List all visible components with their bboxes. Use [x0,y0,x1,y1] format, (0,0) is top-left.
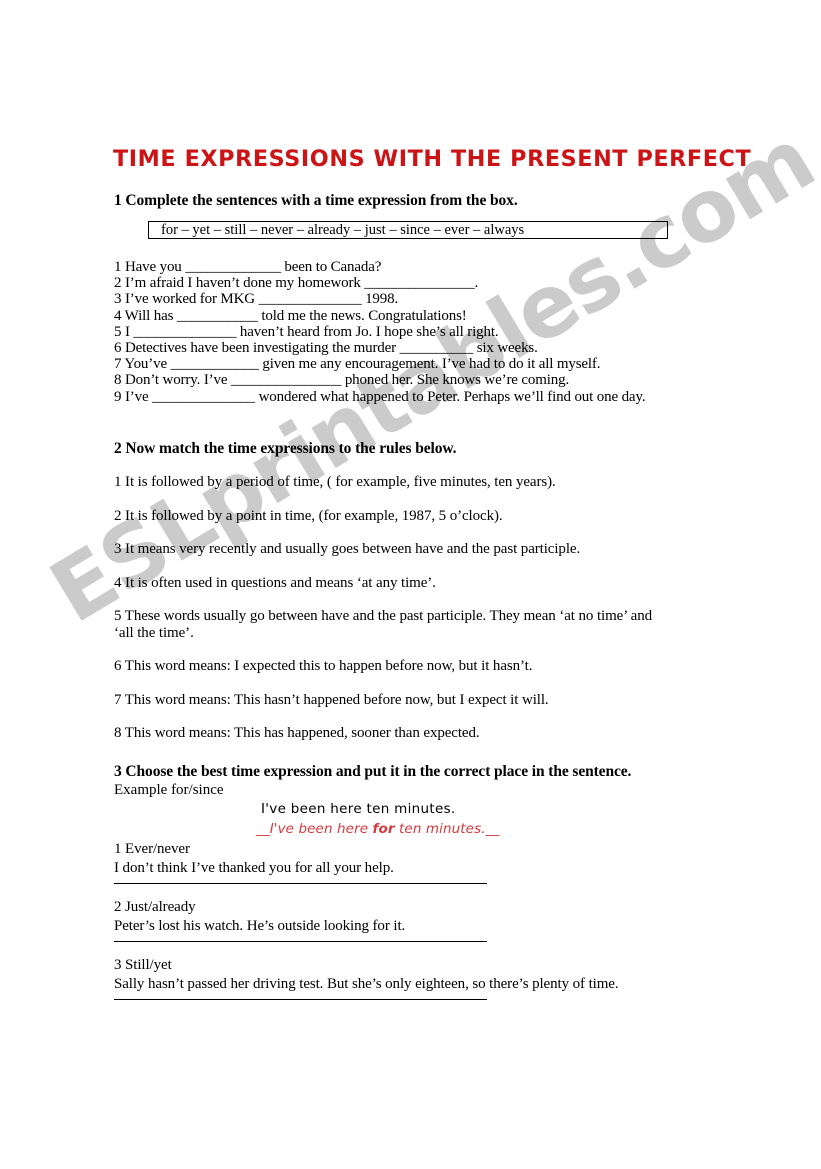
task2-rule: 4 It is often used in questions and mean… [114,574,436,591]
task3-example-prompt: I've been here ten minutes. [261,801,456,817]
task3-example-answer: __I've been here for ten minutes.__ [256,821,499,837]
task3-example-label: Example for/since [114,782,224,798]
task1-sentence: 2 I’m afraid I haven’t done my homework … [114,275,479,292]
task1-sentence: 9 I’ve ______________ wondered what happ… [114,388,646,405]
task1-sentence: 8 Don’t worry. I’ve _______________ phon… [114,372,570,389]
task1-sentence: 4 Will has ___________ told me the news.… [114,307,467,324]
task2-rules-list: 1 It is followed by a period of time, ( … [114,474,694,759]
worksheet-content: TIME EXPRESSIONS WITH THE PRESENT PERFEC… [0,0,821,1169]
task3-answer-line[interactable] [114,883,487,884]
task3-item-options: 1 Ever/never [114,841,190,857]
task2-rule: 8 This word means: This has happened, so… [114,725,480,741]
task1-sentence: 3 I’ve worked for MKG ______________ 199… [114,291,399,308]
task1-sentence-list: 1 Have you _____________ been to Canada?… [114,259,714,405]
example-answer-prefix: __I've been here [256,821,373,837]
task2-rule: 3 It means very recently and usually goe… [114,541,581,557]
task2-rule: 7 This word means: This hasn’t happened … [114,691,549,708]
word-bank-text: for – yet – still – never – already – ju… [161,222,525,238]
task3-heading: 3 Choose the best time expression and pu… [114,763,632,780]
task1-heading: 1 Complete the sentences with a time exp… [114,192,518,209]
example-answer-suffix: ten minutes.__ [394,821,500,837]
task3-item: 2 Just/already Peter’s lost his watch. H… [114,898,714,942]
page-title: TIME EXPRESSIONS WITH THE PRESENT PERFEC… [113,146,752,172]
task1-sentence: 7 You’ve ____________ given me any encou… [114,356,601,373]
task3-answer-line[interactable] [114,941,487,942]
task1-sentence: 1 Have you _____________ been to Canada? [114,259,382,275]
task2-heading: 2 Now match the time expressions to the … [114,440,457,457]
task3-item: 1 Ever/never I don’t think I’ve thanked … [114,840,714,884]
task1-sentence: 5 I ______________ haven’t heard from Jo… [114,323,499,340]
task3-item-sentence: I don’t think I’ve thanked you for all y… [114,859,394,876]
example-answer-keyword: for [372,821,395,837]
task3-item: 3 Still/yet Sally hasn’t passed her driv… [114,956,714,1000]
worksheet-page: ESLprintables.com TIME EXPRESSIONS WITH … [0,0,821,1169]
task3-item-sentence: Sally hasn’t passed her driving test. Bu… [114,975,619,992]
task3-answer-line[interactable] [114,999,487,1000]
task2-rule: 1 It is followed by a period of time, ( … [114,474,556,490]
task3-item-options: 3 Still/yet [114,957,172,973]
task2-rule: 5 These words usually go between have an… [114,608,653,641]
task3-item-sentence: Peter’s lost his watch. He’s outside loo… [114,917,406,934]
word-bank-box: for – yet – still – never – already – ju… [148,221,668,239]
task2-rule: 2 It is followed by a point in time, (fo… [114,507,503,524]
task1-sentence: 6 Detectives have been investigating the… [114,340,538,357]
task3-item-options: 2 Just/already [114,899,196,915]
task2-rule: 6 This word means: I expected this to ha… [114,658,533,674]
